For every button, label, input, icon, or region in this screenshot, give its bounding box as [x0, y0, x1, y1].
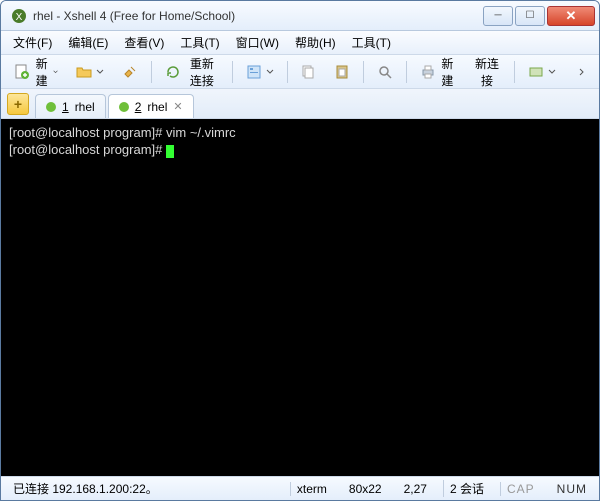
chevron-down-icon — [96, 68, 104, 76]
chevron-right-icon — [578, 68, 586, 76]
printer-icon — [420, 64, 436, 80]
status-connected: 已连接 192.168.1.200:22。 — [7, 480, 164, 497]
svg-text:X: X — [16, 12, 23, 23]
copy-icon — [300, 64, 316, 80]
tab-label: rhel — [147, 100, 167, 114]
status-numlock: NUM — [551, 482, 593, 496]
status-term-type: xterm — [290, 482, 333, 496]
status-dot-icon — [119, 102, 129, 112]
print-button[interactable]: 新建 — [413, 60, 462, 84]
menu-edit[interactable]: 编辑(E) — [62, 32, 114, 53]
tab-2[interactable]: 2 rhel ✕ — [108, 94, 194, 118]
chevron-down-icon — [266, 68, 274, 76]
overflow-button[interactable] — [571, 60, 593, 84]
menu-window[interactable]: 窗口(W) — [230, 32, 285, 53]
copy-button[interactable] — [293, 60, 323, 84]
tab-bar: + 1 rhel 2 rhel ✕ — [1, 89, 599, 119]
tab-number: 1 — [62, 100, 69, 114]
toolbar-separator — [363, 61, 364, 83]
find-button[interactable] — [370, 60, 400, 84]
search-icon — [377, 64, 393, 80]
properties-icon — [246, 64, 262, 80]
maximize-button[interactable]: ☐ — [515, 6, 545, 26]
document-new-icon — [14, 64, 30, 80]
close-tab-icon[interactable]: ✕ — [173, 100, 182, 113]
new-connection-button[interactable]: 新连接 — [466, 60, 508, 84]
print-label: 新建 — [440, 55, 455, 89]
status-capslock: CAP — [500, 482, 541, 496]
chevron-down-icon — [548, 68, 556, 76]
new-session-label: 新建 — [34, 55, 49, 89]
properties-button[interactable] — [239, 60, 281, 84]
reconnect-label: 重新连接 — [185, 55, 219, 89]
toolbar: 新建 重新连接 — [1, 55, 599, 89]
window-title: rhel - Xshell 4 (Free for Home/School) — [33, 9, 483, 23]
new-session-button[interactable]: 新建 — [7, 60, 65, 84]
reconnect-button[interactable]: 重新连接 — [158, 60, 226, 84]
open-button[interactable] — [69, 60, 111, 84]
tab-number: 2 — [135, 100, 142, 114]
plug-icon — [122, 64, 138, 80]
tab-label: rhel — [75, 100, 95, 114]
chevron-down-icon — [53, 68, 58, 76]
folder-open-icon — [76, 64, 92, 80]
refresh-icon — [165, 64, 181, 80]
title-bar: X rhel - Xshell 4 (Free for Home/School)… — [1, 1, 599, 31]
toolbar-separator — [151, 61, 152, 83]
toolbar-separator — [287, 61, 288, 83]
new-connection-label: 新连接 — [473, 55, 501, 89]
toggle-button[interactable] — [521, 60, 563, 84]
status-size: 80x22 — [343, 482, 388, 496]
menu-tools[interactable]: 工具(T) — [174, 32, 225, 53]
terminal-cursor — [166, 145, 174, 158]
window-controls: ─ ☐ ✕ — [483, 6, 595, 26]
toolbar-separator — [232, 61, 233, 83]
close-button[interactable]: ✕ — [547, 6, 595, 26]
terminal-line: [root@localhost program]# — [9, 142, 166, 157]
status-cursor-pos: 2,27 — [398, 482, 433, 496]
app-icon: X — [11, 8, 27, 24]
terminal-line: [root@localhost program]# vim ~/.vimrc — [9, 125, 236, 140]
disconnect-button[interactable] — [115, 60, 145, 84]
menu-bar: 文件(F) 编辑(E) 查看(V) 工具(T) 窗口(W) 帮助(H) 工具(T… — [1, 31, 599, 55]
menu-tools2[interactable]: 工具(T) — [346, 32, 397, 53]
app-window: X rhel - Xshell 4 (Free for Home/School)… — [0, 0, 600, 501]
status-dot-icon — [46, 102, 56, 112]
menu-file[interactable]: 文件(F) — [7, 32, 58, 53]
menu-help[interactable]: 帮助(H) — [289, 32, 342, 53]
terminal-view[interactable]: [root@localhost program]# vim ~/.vimrc [… — [1, 119, 599, 476]
toolbar-separator — [406, 61, 407, 83]
paste-button[interactable] — [327, 60, 357, 84]
add-tab-button[interactable]: + — [7, 93, 29, 115]
toggle-icon — [528, 64, 544, 80]
toolbar-separator — [514, 61, 515, 83]
menu-view[interactable]: 查看(V) — [118, 32, 170, 53]
minimize-button[interactable]: ─ — [483, 6, 513, 26]
status-sessions: 2 会话 — [443, 480, 490, 497]
paste-icon — [334, 64, 350, 80]
tab-1[interactable]: 1 rhel — [35, 94, 106, 118]
status-bar: 已连接 192.168.1.200:22。 xterm 80x22 2,27 2… — [1, 476, 599, 500]
